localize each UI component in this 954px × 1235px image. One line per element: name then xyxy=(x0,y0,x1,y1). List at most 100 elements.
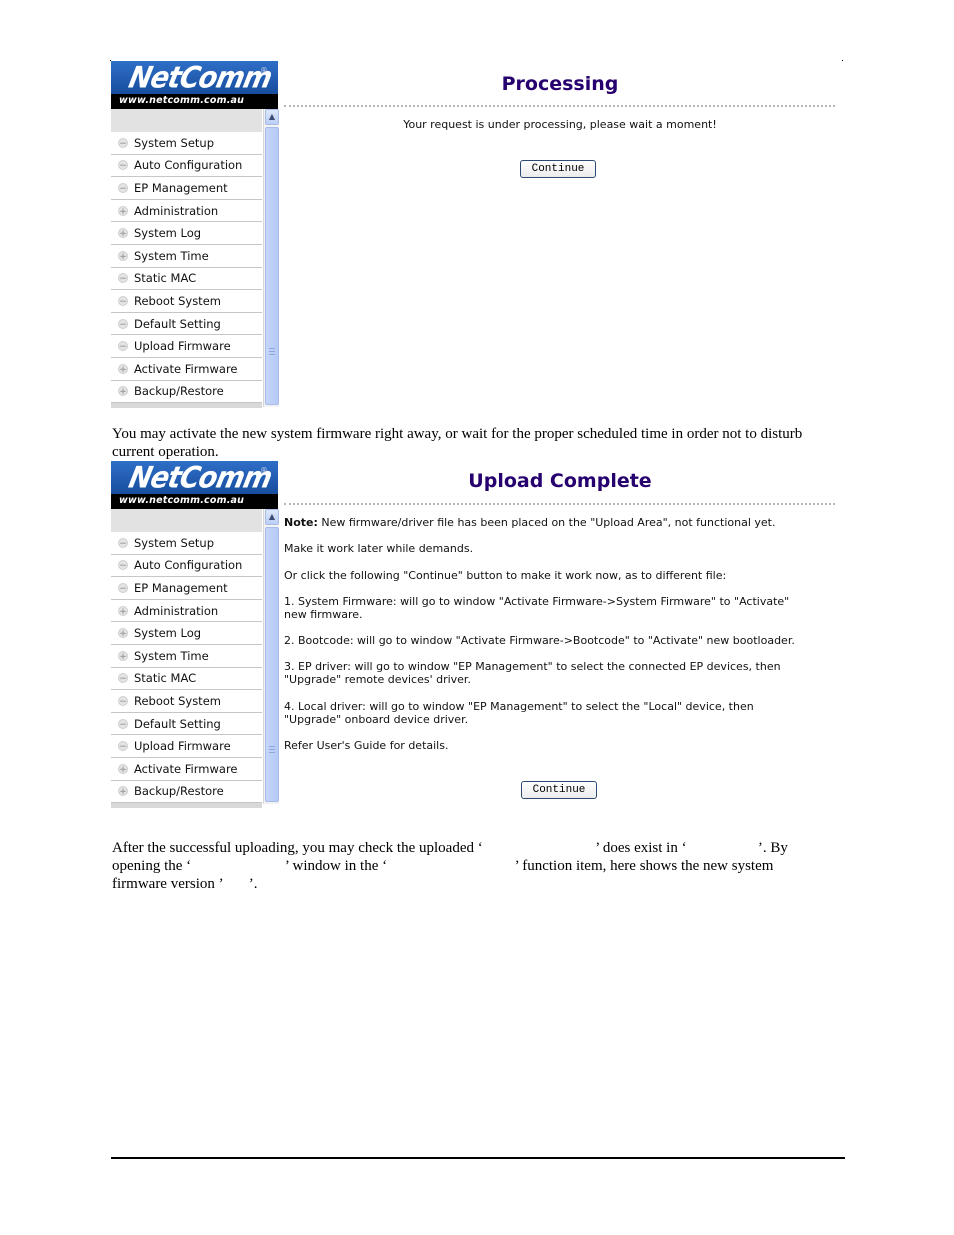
sidebar-item-system-setup[interactable]: − System Setup xyxy=(111,132,262,155)
sidebar-item-system-time[interactable]: + System Time xyxy=(111,245,262,268)
instruction-line: Make it work later while demands. xyxy=(284,542,474,555)
sidebar-item-default-setting[interactable]: − Default Setting xyxy=(111,313,262,336)
expand-plus-icon: + xyxy=(118,786,128,798)
sidebar-item-static-mac[interactable]: − Static MAC xyxy=(111,268,262,291)
sidebar-item-label: Reboot System xyxy=(134,693,221,708)
sidebar-item-administration[interactable]: + Administration xyxy=(111,600,262,623)
registered-mark: ® xyxy=(260,66,268,75)
menu-header xyxy=(111,109,262,132)
expand-plus-icon: + xyxy=(118,228,128,240)
sidebar-item-upload-firmware[interactable]: − Upload Firmware xyxy=(111,335,262,358)
logo-url: www.netcomm.com.au xyxy=(111,494,278,509)
sidebar-item-label: Backup/Restore xyxy=(134,784,224,799)
collapse-minus-icon: − xyxy=(118,560,128,572)
scroll-up-arrow-icon[interactable]: ▲ xyxy=(265,109,279,125)
sidebar-item-label: System Setup xyxy=(134,135,215,150)
sidebar-item-system-log[interactable]: + System Log xyxy=(111,222,262,245)
sidebar-menu: − System Setup − Auto Configuration − EP Mana… xyxy=(111,132,262,409)
sidebar-item-reboot-system[interactable]: − Reboot System xyxy=(111,690,262,713)
logo-brand: NetComm xyxy=(125,61,275,96)
page-title: Processing xyxy=(501,73,619,95)
instruction-line: Refer User's Guide for details. xyxy=(284,739,449,752)
sidebar-item-backup-restore[interactable]: + Backup/Restore xyxy=(111,781,262,804)
netcomm-logo: NetComm ® www.netcomm.com.au xyxy=(111,461,278,509)
sidebar-item-upload-firmware[interactable]: − Upload Firmware xyxy=(111,735,262,758)
collapse-minus-icon: − xyxy=(118,295,128,307)
menu-scrollbar[interactable]: ▲ xyxy=(263,109,279,407)
sidebar-item-system-time[interactable]: + System Time xyxy=(111,645,262,668)
sidebar-item-default-setting[interactable]: − Default Setting xyxy=(111,713,262,736)
collapse-minus-icon: − xyxy=(118,695,128,707)
sidebar-item-label: Static MAC xyxy=(134,671,197,686)
note-text: New firmware/driver file has been placed… xyxy=(317,516,776,529)
sidebar-item-static-mac[interactable]: − Static MAC xyxy=(111,668,262,691)
instruction-line: "Upgrade" remote devices' driver. xyxy=(284,673,471,686)
sidebar-item-system-log[interactable]: + System Log xyxy=(111,622,262,645)
sidebar-item-label: System Log xyxy=(134,626,202,641)
processing-message: Your request is under processing, please… xyxy=(403,118,717,131)
menu-header xyxy=(111,509,262,532)
scroll-up-arrow-icon[interactable]: ▲ xyxy=(265,509,279,525)
bottom-line-1: After the successful uploading, you may … xyxy=(112,840,788,856)
sidebar-item-label: Backup/Restore xyxy=(134,384,224,399)
sidebar-item-label: System Time xyxy=(134,248,209,263)
sidebar-item-label: EP Management xyxy=(134,580,228,595)
sidebar-item-activate-firmware[interactable]: + Activate Firmware xyxy=(111,358,262,381)
collapse-minus-icon: − xyxy=(118,341,128,353)
collapse-minus-icon: − xyxy=(118,673,128,685)
screenshot-upload-complete: NetComm ® www.netcomm.com.au − System Set… xyxy=(111,461,837,809)
menu-footer xyxy=(111,803,262,809)
sidebar-item-label: Administration xyxy=(134,203,219,218)
collapse-minus-icon: − xyxy=(118,741,128,753)
bottom-paragraph: After the successful uploading, you may … xyxy=(112,839,840,893)
sidebar-item-ep-management[interactable]: − EP Management xyxy=(111,177,262,200)
page-title: Upload Complete xyxy=(468,470,652,492)
instruction-line: "Upgrade" onboard device driver. xyxy=(284,713,469,726)
sidebar-item-auto-configuration[interactable]: − Auto Configuration xyxy=(111,155,262,178)
collapse-minus-icon: − xyxy=(118,537,128,549)
sidebar-item-label: EP Management xyxy=(134,180,228,195)
note-label: Note: xyxy=(284,516,318,529)
menu-scrollbar[interactable]: ▲ xyxy=(263,509,279,804)
continue-button[interactable]: Continue xyxy=(520,160,596,178)
scroll-thumb[interactable] xyxy=(265,527,279,802)
sidebar-item-backup-restore[interactable]: + Backup/Restore xyxy=(111,381,262,404)
menu-footer xyxy=(111,403,262,409)
continue-button[interactable]: Continue xyxy=(521,781,597,799)
sidebar-item-label: Activate Firmware xyxy=(134,761,238,776)
instruction-line: 2. Bootcode: will go to window "Activate… xyxy=(284,634,795,647)
sidebar-item-label: Default Setting xyxy=(134,716,221,731)
note-line: Note: New firmware/driver file has been … xyxy=(284,516,776,529)
collapse-minus-icon: − xyxy=(118,273,128,285)
instruction-line: 4. Local driver: will go to window "EP M… xyxy=(284,700,754,713)
instruction-line: 1. System Firmware: will go to window "A… xyxy=(284,595,790,608)
logo-url: www.netcomm.com.au xyxy=(111,94,278,109)
expand-plus-icon: + xyxy=(118,605,128,617)
sidebar-item-activate-firmware[interactable]: + Activate Firmware xyxy=(111,758,262,781)
sidebar-item-label: Upload Firmware xyxy=(134,739,231,754)
collapse-minus-icon: − xyxy=(118,137,128,149)
title-divider xyxy=(284,503,835,505)
bottom-line-2: opening the ‘ ’ window in the ‘ ’ functi… xyxy=(112,858,774,874)
sidebar-item-label: Default Setting xyxy=(134,316,221,331)
logo-brand: NetComm xyxy=(125,461,275,496)
expand-plus-icon: + xyxy=(118,650,128,662)
sidebar-item-system-setup[interactable]: − System Setup xyxy=(111,532,262,555)
sidebar-menu: − System Setup − Auto Configuration − EP Mana… xyxy=(111,532,262,809)
instruction-line: 3. EP driver: will go to window "EP Mana… xyxy=(284,660,781,673)
netcomm-logo: NetComm ® www.netcomm.com.au xyxy=(111,61,278,109)
expand-plus-icon: + xyxy=(118,363,128,375)
sidebar-item-label: System Log xyxy=(134,226,202,241)
sidebar-item-reboot-system[interactable]: − Reboot System xyxy=(111,290,262,313)
collapse-minus-icon: − xyxy=(118,182,128,194)
sidebar-item-label: System Setup xyxy=(134,535,215,550)
title-divider xyxy=(284,105,835,107)
sidebar-item-auto-configuration[interactable]: − Auto Configuration xyxy=(111,555,262,578)
middle-paragraph: You may activate the new system firmware… xyxy=(112,426,803,460)
sidebar-item-label: System Time xyxy=(134,648,209,663)
scroll-thumb[interactable] xyxy=(265,127,279,405)
sidebar-item-ep-management[interactable]: − EP Management xyxy=(111,577,262,600)
sidebar-item-administration[interactable]: + Administration xyxy=(111,200,262,223)
sidebar-item-label: Administration xyxy=(134,603,219,618)
sidebar-item-label: Auto Configuration xyxy=(134,558,243,573)
